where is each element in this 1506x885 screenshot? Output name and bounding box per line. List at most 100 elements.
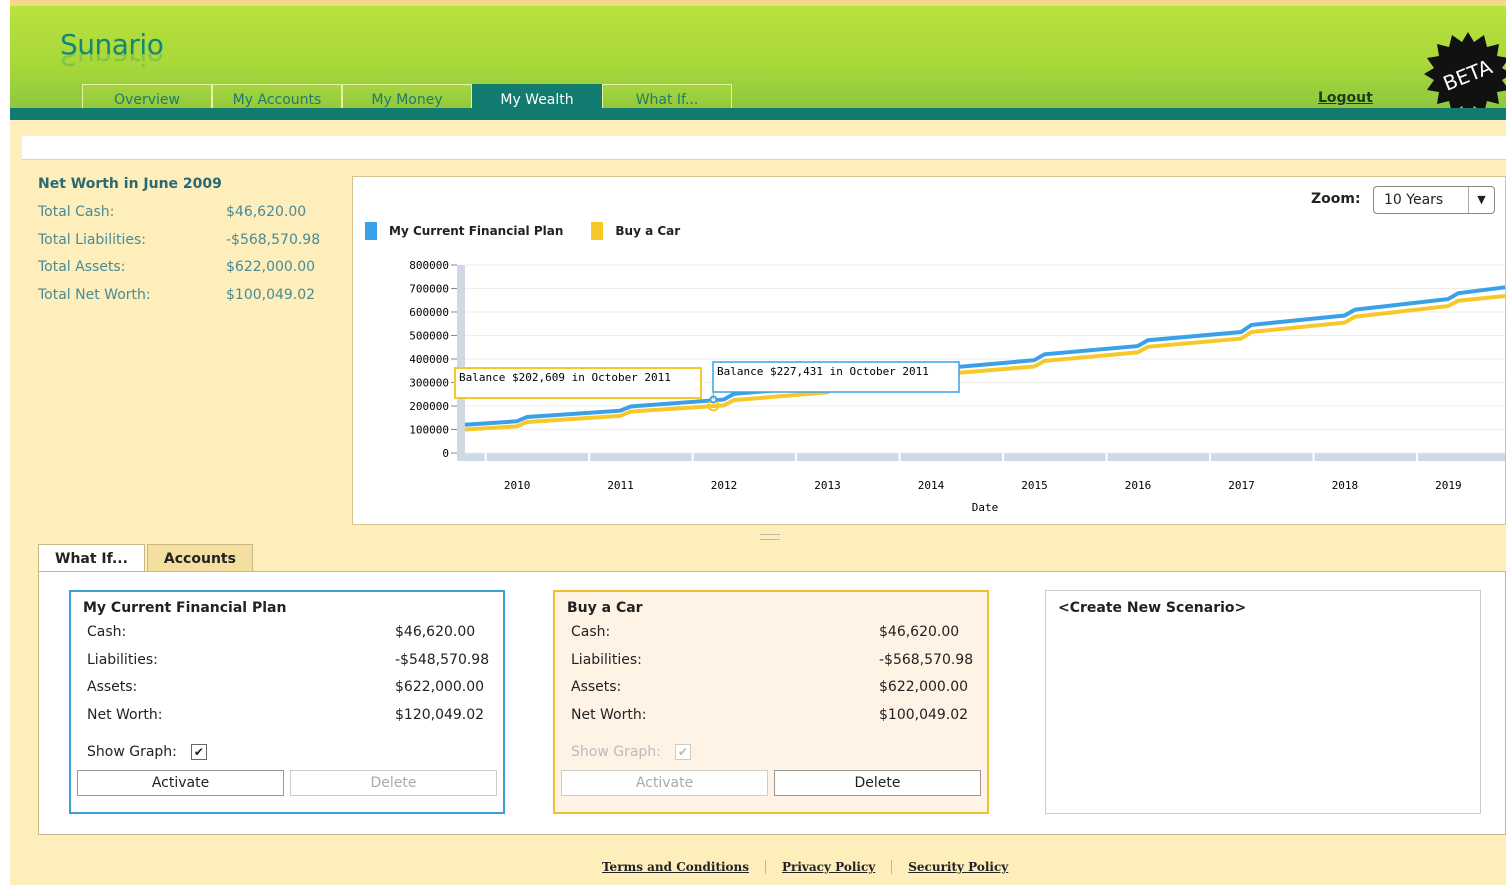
x-axis-label: Date [972, 501, 999, 514]
scenario-buttons: Activate Delete [561, 770, 987, 796]
scenario-value: $46,620.00 [879, 624, 960, 640]
scenarios-panel: My Current Financial Plan Cash: $46,620.0… [38, 571, 1506, 835]
summary-title: Net Worth in June 2009 [38, 176, 222, 192]
beta-badge: BETA [1424, 32, 1506, 116]
summary-label: Total Liabilities: [38, 231, 146, 248]
terms-link[interactable]: Terms and Conditions [586, 860, 767, 874]
scenario-buttons: Activate Delete [77, 770, 503, 796]
summary-label: Total Net Worth: [38, 286, 151, 303]
tab-what-if-scenarios[interactable]: What If... [38, 544, 145, 572]
y-tick-label: 600000 [409, 306, 449, 319]
scenario-row: Assets: $622,000.00 [83, 679, 503, 707]
scenario-label: Liabilities: [87, 651, 158, 668]
y-axis-bar [457, 265, 465, 461]
x-tick-label: 2018 [1332, 479, 1359, 492]
scenario-label: Net Worth: [571, 706, 647, 723]
scenario-row: Liabilities: -$548,570.98 [83, 652, 503, 680]
scenario-card-current-plan: My Current Financial Plan Cash: $46,620.0… [69, 590, 505, 814]
scenario-label: Liabilities: [571, 651, 642, 668]
tooltip-text: Balance $227,431 in October 2011 [717, 365, 929, 378]
y-tick-label: 0 [442, 447, 449, 460]
header: Sunario Sunario Overview My Accounts My … [10, 0, 1506, 116]
scenario-value: $622,000.00 [395, 679, 485, 695]
x-tick-label: 2012 [711, 479, 738, 492]
privacy-link[interactable]: Privacy Policy [766, 860, 893, 874]
scenario-row: Cash: $46,620.00 [83, 624, 503, 652]
y-tick-label: 700000 [409, 283, 449, 296]
create-scenario-card[interactable]: <Create New Scenario> [1045, 590, 1481, 814]
x-tick-label: 2014 [918, 479, 945, 492]
scenario-value: $46,620.00 [395, 624, 476, 640]
page: Sunario Sunario Overview My Accounts My … [10, 0, 1506, 885]
scenario-label: Net Worth: [87, 706, 163, 723]
scenario-row: Net Worth: $100,049.02 [567, 707, 987, 735]
y-tick-label: 200000 [409, 400, 449, 413]
show-graph-checkbox[interactable]: ✔ [674, 744, 691, 760]
x-tick-label: 2013 [814, 479, 841, 492]
security-link[interactable]: Security Policy [892, 860, 1024, 874]
scenario-row: Cash: $46,620.00 [567, 624, 987, 652]
summary-row-net-worth: Total Net Worth: $100,049.02 [38, 287, 348, 315]
tooltip-text: Balance $202,609 in October 2011 [459, 371, 671, 384]
x-tick-label: 2015 [1021, 479, 1047, 492]
activate-button[interactable]: Activate [561, 770, 768, 796]
scenario-label: Assets: [87, 679, 138, 695]
window-frame [0, 0, 10, 885]
show-graph-label: Show Graph: [87, 744, 177, 760]
tooltip-buy-a-car: Balance $202,609 in October 2011 [454, 367, 714, 400]
scenario-title: Buy a Car [567, 600, 643, 616]
summary-label: Total Assets: [38, 259, 126, 275]
y-tick-label: 500000 [409, 330, 449, 343]
scenario-label: Cash: [571, 624, 611, 640]
show-graph-row: Show Graph: ✔ [567, 744, 987, 760]
chart-panel: Zoom: 10 Years ▼ My Current Financial Pl… [352, 176, 1506, 525]
scenario-row: Liabilities: -$568,570.98 [567, 652, 987, 680]
summary-row-liabilities: Total Liabilities: -$568,570.98 [38, 232, 348, 260]
summary-value: -$568,570.98 [226, 231, 321, 248]
tooltip-current-plan: Balance $227,431 in October 2011 [712, 361, 960, 393]
footer: Terms and Conditions Privacy Policy Secu… [586, 860, 1024, 874]
header-bar [10, 108, 1506, 120]
logo-reflection: Sunario [60, 54, 164, 72]
scenario-title: My Current Financial Plan [83, 600, 287, 616]
y-tick-label: 100000 [409, 424, 449, 437]
scenario-label: Cash: [87, 624, 127, 640]
resize-handle[interactable] [760, 534, 780, 540]
x-tick-label: 2017 [1228, 479, 1255, 492]
scenario-value: $622,000.00 [879, 679, 969, 695]
summary-row-cash: Total Cash: $46,620.00 [38, 204, 348, 232]
show-graph-checkbox[interactable]: ✔ [190, 744, 207, 760]
x-tick-label: 2010 [504, 479, 531, 492]
scenario-row: Assets: $622,000.00 [567, 679, 987, 707]
scenario-value: $100,049.02 [879, 706, 969, 723]
bottom-tabs: What If... Accounts [38, 544, 255, 572]
summary-label: Total Cash: [38, 204, 115, 220]
scenario-value: -$548,570.98 [395, 651, 490, 668]
logout-link[interactable]: Logout [1318, 90, 1373, 106]
show-graph-row: Show Graph: ✔ [83, 744, 503, 760]
summary-value: $100,049.02 [226, 286, 316, 303]
scenario-label: Assets: [571, 679, 622, 695]
y-tick-label: 400000 [409, 353, 449, 366]
x-axis-bar [457, 453, 1505, 461]
toolbar-strip [22, 136, 1506, 160]
activate-button[interactable]: Activate [77, 770, 284, 796]
scenario-card-buy-car: Buy a Car Cash: $46,620.00 Liabilities: -$… [553, 590, 989, 814]
scenario-value: -$568,570.98 [879, 651, 974, 668]
summary-row-assets: Total Assets: $622,000.00 [38, 259, 348, 287]
show-graph-label: Show Graph: [571, 744, 661, 760]
series-line [464, 285, 1506, 427]
net-worth-summary: Net Worth in June 2009 Total Cash: $46,6… [38, 176, 348, 314]
summary-value: $46,620.00 [226, 204, 307, 220]
delete-button[interactable]: Delete [290, 770, 497, 796]
x-tick-label: 2011 [607, 479, 634, 492]
net-worth-chart[interactable]: 0 100000 200000 300000 400000 500000 600000 700… [353, 177, 1506, 526]
scenario-value: $120,049.02 [395, 706, 485, 723]
summary-value: $622,000.00 [226, 259, 316, 275]
x-tick-label: 2019 [1435, 479, 1462, 492]
tab-accounts[interactable]: Accounts [146, 544, 253, 572]
delete-button[interactable]: Delete [774, 770, 981, 796]
x-tick-label: 2016 [1125, 479, 1152, 492]
y-tick-label: 300000 [409, 377, 449, 390]
scenario-row: Net Worth: $120,049.02 [83, 707, 503, 735]
